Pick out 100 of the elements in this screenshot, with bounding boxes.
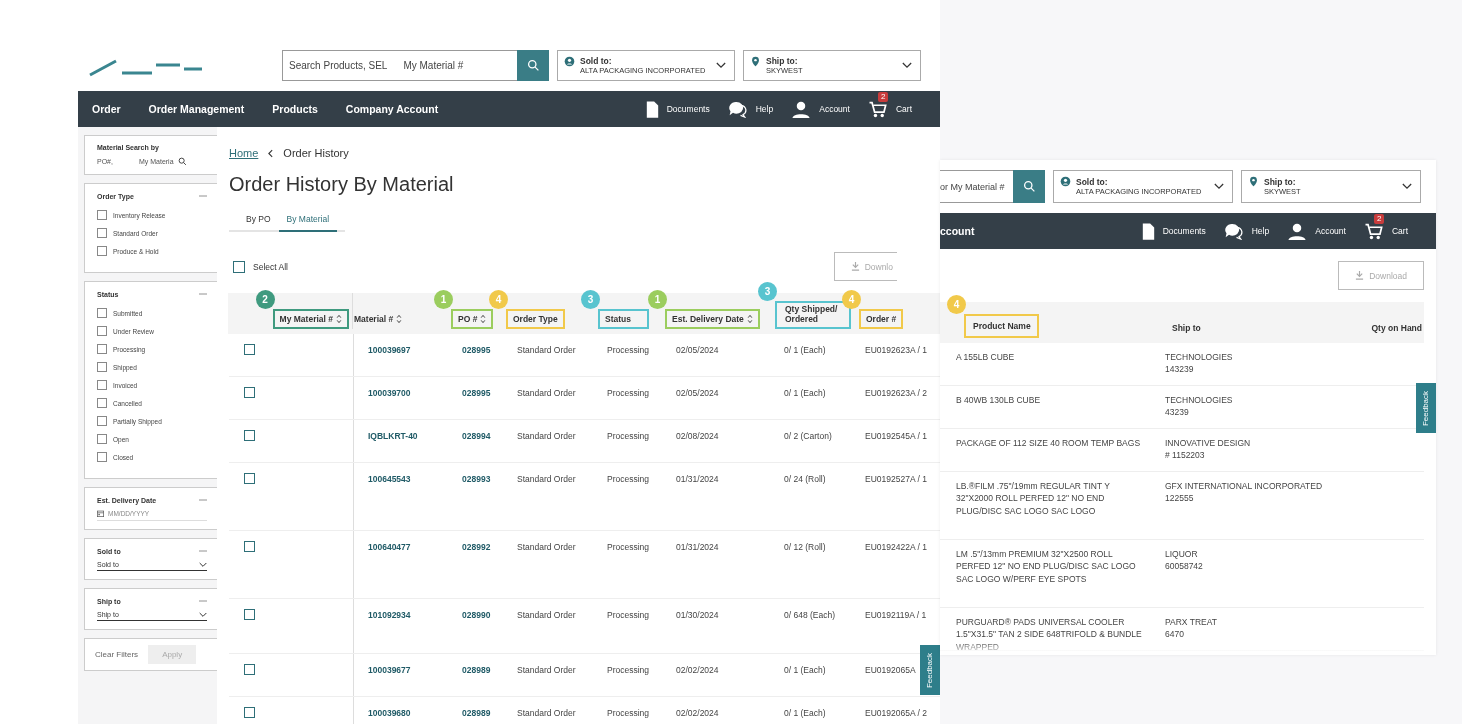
checkbox[interactable] [97, 210, 107, 220]
nav-link[interactable]: ccount [940, 225, 975, 237]
checkbox[interactable] [97, 452, 107, 462]
clear-filters-button[interactable]: Clear Filters [91, 650, 143, 659]
account-icon[interactable] [791, 100, 812, 118]
table-link[interactable]: 100039677 [368, 665, 411, 675]
checkbox[interactable] [97, 228, 107, 238]
tab[interactable]: By Material [278, 210, 338, 232]
column-header[interactable]: My Material # [272, 309, 349, 329]
row-checkbox[interactable] [244, 344, 255, 355]
nav-link[interactable]: Cart [895, 104, 912, 114]
product-name: PURGUARD® PADS UNIVERSAL COOLER 1.5"X31.5" TAN 2 SIDE 648TRIFOLD & BUNDLE WRAPPED [956, 617, 1142, 652]
search-button[interactable] [1013, 170, 1045, 203]
column-header[interactable]: Status [598, 309, 649, 329]
table-link[interactable]: 100640477 [368, 542, 411, 552]
table-link[interactable]: 028989 [462, 665, 491, 675]
ship-to-text: 43239 [1165, 406, 1190, 419]
table-cell: Processing [607, 708, 650, 718]
table-cell: 01/30/2024 [676, 610, 719, 620]
row-checkbox[interactable] [244, 541, 255, 552]
table-cell: EU0192623A / 2 [865, 388, 927, 398]
cart-count-badge: 2 [877, 91, 889, 102]
column-header[interactable]: Material # [347, 309, 410, 329]
checkbox[interactable] [97, 326, 107, 336]
table-cell: Processing [607, 345, 650, 355]
table-cell: 0/ 12 (Roll) [784, 542, 826, 552]
nav-link[interactable]: Help [1251, 226, 1270, 236]
row-checkbox[interactable] [244, 707, 255, 718]
feedback-tab[interactable]: Feedback [920, 645, 940, 695]
search-button[interactable] [517, 50, 549, 81]
table-cell: 02/02/2024 [676, 708, 719, 718]
column-header[interactable]: Qty on Hand [1364, 318, 1424, 338]
account-icon[interactable] [1287, 222, 1308, 240]
checkbox[interactable] [97, 380, 107, 390]
table-cell: Standard Order [517, 474, 576, 484]
table-cell: Standard Order [517, 708, 576, 718]
table-cell: Standard Order [517, 665, 576, 675]
cart-icon[interactable] [1363, 222, 1384, 240]
table-link[interactable]: 028989 [462, 708, 491, 718]
nav-link[interactable]: Order [92, 103, 121, 115]
nav-link[interactable]: Products [272, 103, 318, 115]
table-link[interactable]: 101092934 [368, 610, 411, 620]
speech-bubbles-icon[interactable] [727, 100, 748, 118]
checkbox[interactable] [97, 308, 107, 318]
nav-link[interactable]: Account [819, 104, 850, 114]
nav-link[interactable]: Help [755, 104, 774, 114]
nav-link[interactable]: Company Account [345, 103, 439, 115]
column-header[interactable]: Est. Delivery Date [665, 309, 760, 329]
map-pin-icon [1248, 176, 1259, 187]
row-checkbox[interactable] [244, 609, 255, 620]
table-link[interactable]: 100645543 [368, 474, 411, 484]
table-link[interactable]: 028992 [462, 542, 491, 552]
table-cell: 0/ 1 (Each) [784, 388, 826, 398]
column-header[interactable]: Product Name [964, 314, 1039, 338]
ship-to-text: TECHNOLOGIES [1165, 394, 1234, 407]
breadcrumb-link[interactable]: Home [229, 147, 259, 159]
table-link[interactable]: 028995 [462, 388, 491, 398]
select-all-checkbox[interactable] [233, 260, 245, 273]
column-header[interactable]: Order Type [506, 309, 565, 329]
column-header[interactable]: Order # [859, 309, 904, 329]
table-cell: Standard Order [517, 388, 576, 398]
table-link[interactable]: 100039697 [368, 345, 411, 355]
nav-link[interactable]: Account [1315, 226, 1346, 236]
table-link[interactable]: 028990 [462, 610, 491, 620]
table-link[interactable]: IQBLKRT-40 [368, 431, 418, 441]
search-icon[interactable] [177, 157, 187, 166]
nav-link[interactable]: Cart [1391, 226, 1408, 236]
table-link[interactable]: 100039700 [368, 388, 411, 398]
column-header[interactable]: PO # [451, 309, 494, 329]
speech-bubbles-icon[interactable] [1223, 222, 1244, 240]
table-cell: Processing [607, 431, 650, 441]
nav-link[interactable]: Order Management [148, 103, 245, 115]
checkbox[interactable] [97, 246, 107, 256]
row-checkbox[interactable] [244, 387, 255, 398]
checkbox[interactable] [97, 398, 107, 408]
ship-to-text: 122555 [1165, 492, 1195, 505]
feedback-tab[interactable]: Feedback [1416, 383, 1436, 433]
ship-to-text: GFX INTERNATIONAL INCORPORATED [1165, 480, 1324, 493]
document-icon[interactable] [645, 100, 659, 118]
table-link[interactable]: 028994 [462, 431, 491, 441]
column-header[interactable]: Ship to [1165, 318, 1208, 338]
nav-link[interactable]: Documents [666, 104, 710, 114]
ship-to-text: PARX TREAT [1165, 616, 1218, 629]
checkbox[interactable] [97, 434, 107, 444]
sort-icon [746, 314, 753, 324]
tab[interactable]: By PO [229, 210, 279, 232]
table-cell: Processing [607, 542, 650, 552]
row-checkbox[interactable] [244, 664, 255, 675]
table-link[interactable]: 100039680 [368, 708, 411, 718]
table-link[interactable]: 028995 [462, 345, 491, 355]
cart-icon[interactable] [867, 100, 888, 118]
document-icon[interactable] [1141, 222, 1155, 240]
checkbox[interactable] [97, 416, 107, 426]
row-checkbox[interactable] [244, 430, 255, 441]
nav-link[interactable]: Documents [1162, 226, 1206, 236]
table-link[interactable]: 028993 [462, 474, 491, 484]
checkbox[interactable] [97, 362, 107, 372]
checkbox[interactable] [97, 344, 107, 354]
row-checkbox[interactable] [244, 473, 255, 484]
search-field[interactable]: Search Products, SEL My Material # [282, 50, 517, 81]
